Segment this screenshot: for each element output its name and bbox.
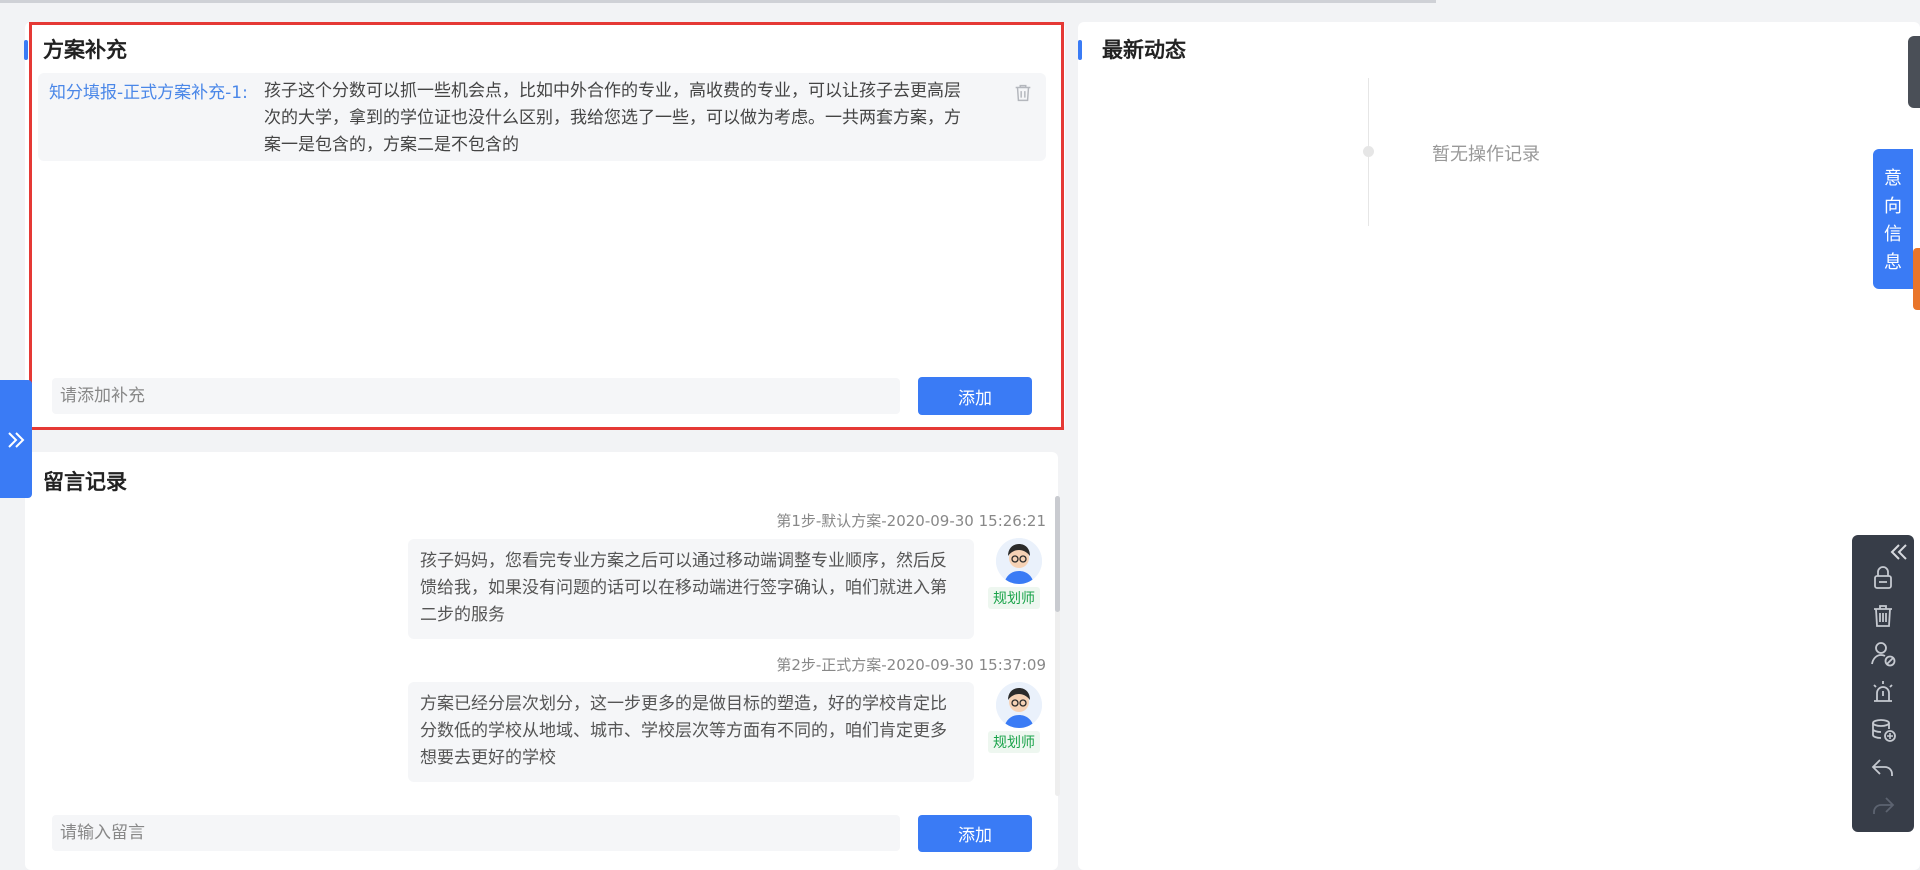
planner-avatar bbox=[996, 682, 1042, 728]
message-input[interactable] bbox=[52, 815, 900, 851]
plan-supplement-add-button[interactable]: 添加 bbox=[918, 377, 1032, 415]
undo-icon[interactable] bbox=[1868, 753, 1898, 783]
expand-panel-button[interactable] bbox=[0, 380, 32, 498]
floating-toolbar bbox=[1852, 535, 1914, 832]
message-bubble: 方案已经分层次划分，这一步更多的是做目标的塑造，好的学校肯定比分数低的学校从地域… bbox=[408, 682, 974, 782]
planner-avatar-icon bbox=[996, 538, 1042, 584]
trash-icon[interactable] bbox=[1012, 82, 1034, 104]
database-add-icon[interactable] bbox=[1868, 715, 1898, 745]
user-block-icon[interactable] bbox=[1868, 639, 1898, 669]
message-bubble: 孩子妈妈，您看完专业方案之后可以通过移动端调整专业顺序，然后反馈给我，如果没有问… bbox=[408, 539, 974, 639]
plan-supplement-input[interactable] bbox=[52, 378, 900, 414]
section-accent bbox=[1078, 40, 1082, 60]
role-tag: 规划师 bbox=[988, 587, 1040, 609]
double-chevron-left-icon[interactable] bbox=[1888, 541, 1910, 563]
planner-avatar bbox=[996, 538, 1042, 584]
message-time: 第2步-正式方案-2020-09-30 15:37:09 bbox=[776, 656, 1046, 674]
top-progress-segment bbox=[0, 0, 1436, 3]
redo-icon[interactable] bbox=[1868, 791, 1898, 821]
plan-supplement-item: 知分填报-正式方案补充-1: 孩子这个分数可以抓一些机会点，比如中外合作的专业，… bbox=[38, 73, 1046, 161]
message-add-button[interactable]: 添加 bbox=[918, 815, 1032, 852]
plan-item-text: 孩子这个分数可以抓一些机会点，比如中外合作的专业，高收费的专业，可以让孩子去更高… bbox=[264, 81, 961, 155]
intention-info-tab[interactable]: 意向信息 bbox=[1873, 149, 1913, 289]
lock-icon[interactable] bbox=[1868, 563, 1898, 593]
edge-handle[interactable] bbox=[1908, 36, 1920, 108]
intention-info-label-text: 意向信息 bbox=[1884, 168, 1902, 273]
message-time: 第1步-默认方案-2020-09-30 15:26:21 bbox=[776, 512, 1046, 530]
alarm-icon[interactable] bbox=[1868, 677, 1898, 707]
empty-activity-text: 暂无操作记录 bbox=[1432, 144, 1540, 165]
latest-activity-title: 最新动态 bbox=[1102, 38, 1186, 62]
timeline-dot bbox=[1363, 146, 1374, 157]
planner-avatar-icon bbox=[996, 682, 1042, 728]
double-chevron-right-icon bbox=[8, 431, 25, 448]
trash-icon[interactable] bbox=[1868, 601, 1898, 631]
message-scrollbar-thumb[interactable] bbox=[1055, 496, 1060, 612]
intention-info-label: 意向信息 bbox=[1873, 165, 1913, 277]
top-progress-bar bbox=[0, 0, 1920, 3]
plan-item-label[interactable]: 知分填报-正式方案补充-1: bbox=[49, 78, 248, 103]
plan-supplement-title: 方案补充 bbox=[43, 38, 127, 62]
message-record-title: 留言记录 bbox=[43, 470, 127, 494]
section-accent bbox=[24, 40, 28, 60]
role-tag: 规划师 bbox=[988, 731, 1040, 753]
edge-handle-accent[interactable] bbox=[1913, 248, 1920, 310]
